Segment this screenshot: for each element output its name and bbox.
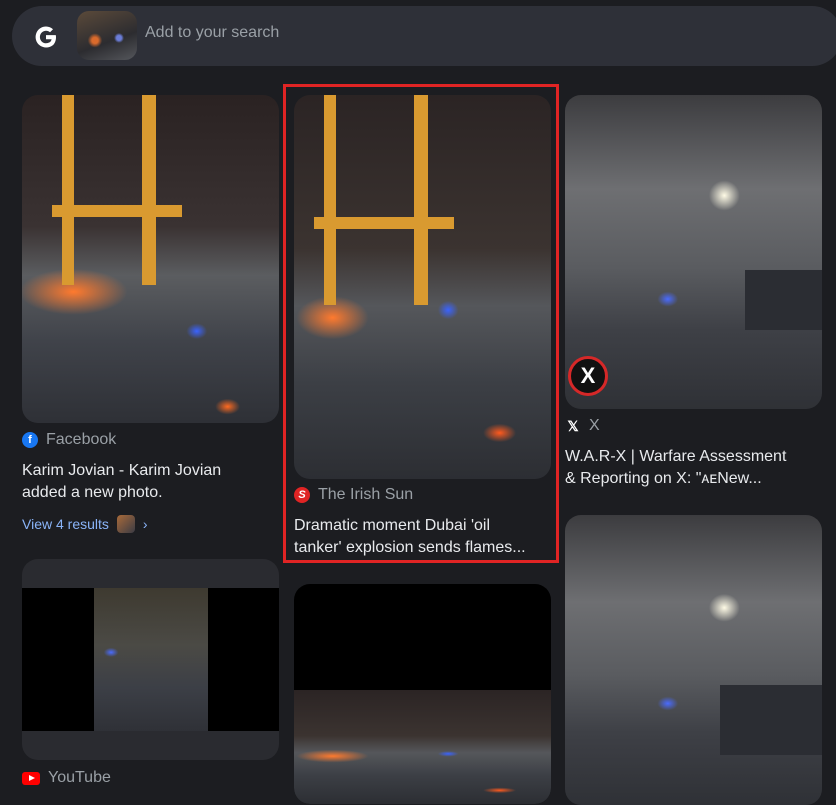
source-name: X	[589, 417, 600, 434]
title-line: added a new photo.	[22, 484, 163, 501]
youtube-icon	[22, 771, 40, 785]
view-results-link[interactable]: View 4 results ›	[22, 515, 148, 533]
result-image-video[interactable]	[294, 584, 551, 804]
result-title-facebook[interactable]: Karim Jovian - Karim Jovian added a new …	[22, 460, 221, 504]
x-badge-icon: X	[568, 356, 608, 396]
result-image-youtube[interactable]	[22, 559, 279, 760]
source-name: Facebook	[46, 431, 117, 448]
results-thumbnail	[116, 515, 135, 533]
facebook-icon: f	[22, 432, 38, 448]
source-name: YouTube	[48, 769, 111, 786]
title-line: & Reporting on X: "ᴀᴇNew...	[565, 470, 762, 487]
result-image-facebook[interactable]	[22, 95, 279, 423]
source-youtube[interactable]: YouTube	[22, 769, 111, 787]
google-g-icon	[35, 26, 56, 48]
source-x[interactable]: 𝕏 X	[565, 417, 600, 435]
selection-highlight	[283, 84, 559, 563]
chevron-right-icon: ›	[142, 516, 148, 532]
view-results-label: View 4 results	[22, 516, 109, 532]
search-image-thumbnail[interactable]	[77, 11, 137, 60]
x-icon: 𝕏	[567, 417, 579, 434]
title-line: Karim Jovian - Karim Jovian	[22, 462, 222, 479]
search-bar[interactable]: Add to your search	[12, 6, 836, 66]
result-image-x[interactable]	[565, 95, 822, 409]
search-placeholder[interactable]: Add to your search	[145, 24, 279, 42]
result-image-smoke[interactable]	[565, 515, 822, 805]
result-title-x[interactable]: W.A.R-X | Warfare Assessment & Reporting…	[565, 446, 786, 490]
x-badge-label: X	[580, 363, 596, 388]
source-facebook[interactable]: f Facebook	[22, 431, 116, 449]
title-line: W.A.R-X | Warfare Assessment	[565, 448, 787, 465]
